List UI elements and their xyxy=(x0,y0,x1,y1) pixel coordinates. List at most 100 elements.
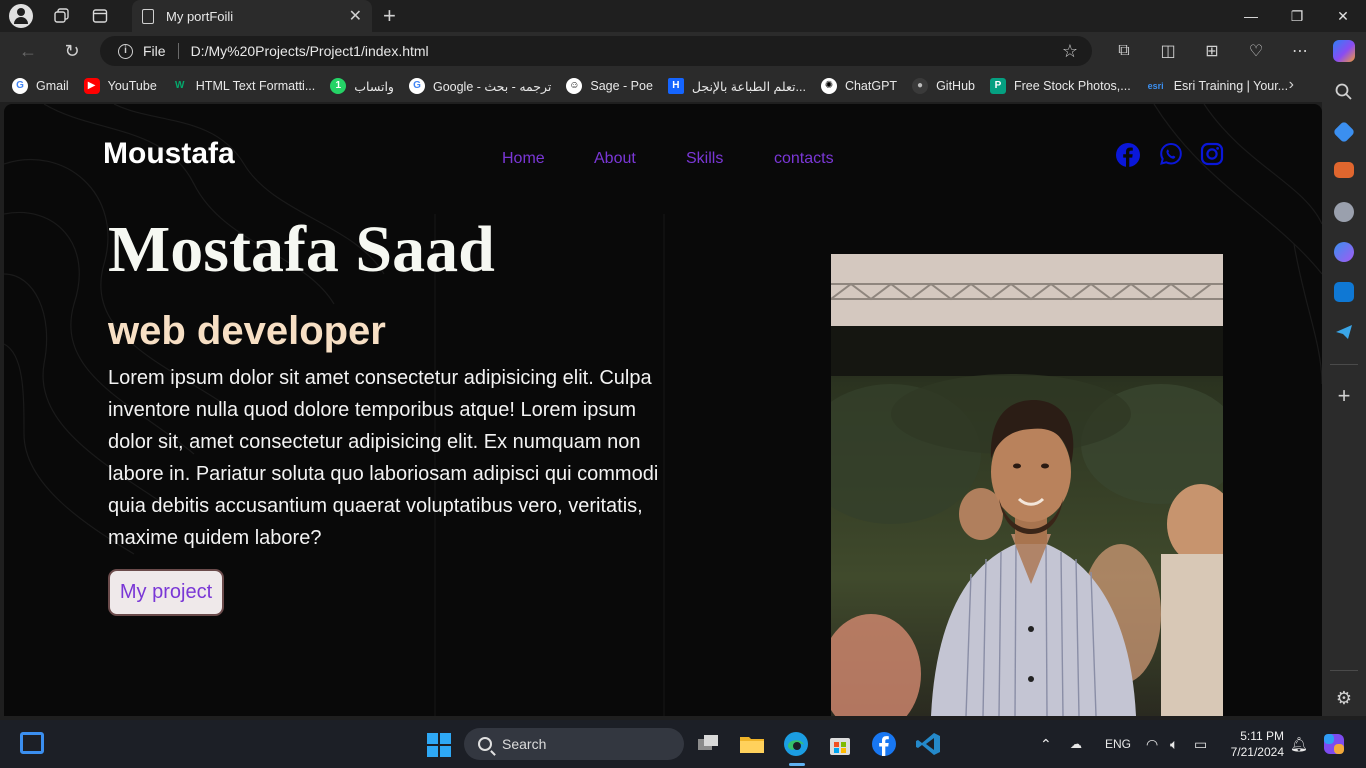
bookmark-chatgpt[interactable]: ✺ ChatGPT xyxy=(820,78,898,94)
nav-about-link[interactable]: About xyxy=(594,150,636,168)
chevron-up-icon[interactable]: ⌃ xyxy=(1040,720,1052,768)
vscode-icon[interactable] xyxy=(914,730,942,758)
bookmark-label: تعلم الطباعة بالإنجل... xyxy=(691,79,806,94)
outlook-icon[interactable] xyxy=(1334,282,1354,302)
bookmark-label: YouTube xyxy=(107,79,157,93)
nav-skills-link[interactable]: Skills xyxy=(686,150,723,168)
refresh-icon[interactable]: ↻ xyxy=(54,41,90,62)
bookmark-whatsapp[interactable]: 1 واتساب xyxy=(330,78,394,94)
clock-date: 7/21/2024 xyxy=(1230,745,1284,759)
tab-actions-icon[interactable] xyxy=(87,3,113,29)
restore-button[interactable]: ❐ xyxy=(1274,0,1320,32)
hero-role: web developer xyxy=(108,309,386,353)
edge-sidebar: + ⚙ xyxy=(1322,70,1366,716)
copilot-taskbar-icon[interactable] xyxy=(1322,732,1346,756)
page-viewport: Moustafa Home About Skills contacts Most… xyxy=(4,104,1322,716)
search-icon[interactable] xyxy=(1334,82,1354,102)
new-tab-button[interactable]: + xyxy=(383,3,396,29)
facebook-icon[interactable] xyxy=(1115,142,1140,167)
google-icon: G xyxy=(408,78,425,94)
bookmark-gmail[interactable]: G Gmail xyxy=(12,78,69,94)
extensions-icon[interactable]: ⧉ xyxy=(1102,42,1146,60)
edge-browser-icon[interactable] xyxy=(782,730,810,758)
instagram-icon[interactable] xyxy=(1200,142,1224,166)
close-tab-icon[interactable]: ✕ xyxy=(349,6,362,26)
address-bar[interactable]: i File D:/My%20Projects/Project1/index.h… xyxy=(100,36,1092,66)
shopping-tag-icon[interactable] xyxy=(1332,120,1356,144)
volume-icon[interactable]: 🔈︎ xyxy=(1170,720,1178,768)
start-tile xyxy=(440,733,451,744)
workspaces-icon[interactable] xyxy=(49,3,75,29)
bookmark-pexels[interactable]: P Free Stock Photos,... xyxy=(989,78,1131,94)
language-indicator[interactable]: ENG xyxy=(1105,720,1131,768)
chevron-right-icon[interactable]: › xyxy=(1289,76,1294,94)
settings-gear-icon[interactable]: ⚙ xyxy=(1334,688,1354,708)
bookmark-label: ChatGPT xyxy=(844,79,898,93)
bookmark-esri-training[interactable]: esri Esri Training | Your... xyxy=(1146,78,1288,94)
battery-icon[interactable]: ▭ xyxy=(1194,720,1207,768)
microsoft-store-icon[interactable] xyxy=(826,730,854,758)
tools-briefcase-icon[interactable] xyxy=(1334,162,1354,178)
chatgpt-icon: ✺ xyxy=(820,78,837,94)
more-options-icon[interactable]: ⋯ xyxy=(1278,41,1322,61)
bookmark-label: Esri Training | Your... xyxy=(1173,79,1289,93)
whatsapp-icon[interactable] xyxy=(1159,142,1183,166)
onedrive-icon[interactable]: ☁ xyxy=(1070,720,1082,768)
task-view-icon[interactable] xyxy=(695,730,723,758)
hero-description: Lorem ipsum dolor sit amet consectetur a… xyxy=(108,367,659,549)
tab-active[interactable]: My portFoili ✕ xyxy=(132,0,372,32)
bookmark-github[interactable]: ● GitHub xyxy=(912,78,975,94)
profile-photo xyxy=(831,254,1223,716)
games-icon[interactable] xyxy=(1334,202,1354,222)
google-icon: G xyxy=(12,78,28,94)
wifi-icon[interactable]: ◠ xyxy=(1146,720,1158,768)
nav-contacts-link[interactable]: contacts xyxy=(774,150,834,168)
bookmark-label: واتساب xyxy=(354,79,394,94)
close-window-button[interactable]: ✕ xyxy=(1320,0,1366,32)
youtube-icon: ▶ xyxy=(83,78,100,94)
h-icon: H xyxy=(667,78,684,94)
bookmark-google-translate[interactable]: G Google - ترجمه - بحث xyxy=(408,78,552,94)
taskbar-search-box[interactable]: Search xyxy=(464,728,684,760)
notification-bell-icon[interactable]: 🔔︎ xyxy=(1290,720,1308,768)
collections-icon[interactable]: ⊞ xyxy=(1190,41,1234,61)
browser-essentials-icon[interactable]: ♡ xyxy=(1234,41,1278,61)
pexels-icon: P xyxy=(989,78,1006,94)
telegram-icon[interactable] xyxy=(1334,322,1354,342)
whatsapp-icon: 1 xyxy=(330,78,347,94)
facebook-app-icon[interactable] xyxy=(870,730,898,758)
bookmark-sage-poe[interactable]: ☺ Sage - Poe xyxy=(566,78,653,94)
bookmark-label: HTML Text Formatti... xyxy=(195,79,316,93)
widgets-icon[interactable] xyxy=(20,732,44,754)
my-project-button[interactable]: My project xyxy=(108,569,224,616)
copilot-icon[interactable] xyxy=(1333,40,1355,62)
start-button[interactable] xyxy=(427,733,451,757)
bookmark-typing-lessons[interactable]: H تعلم الطباعة بالإنجل... xyxy=(667,78,806,94)
bookmark-youtube[interactable]: ▶ YouTube xyxy=(83,78,157,94)
url-scheme-label: File xyxy=(143,43,166,59)
favorite-star-icon[interactable]: ☆ xyxy=(1062,41,1078,62)
info-icon[interactable]: i xyxy=(118,43,133,59)
clock-time: 5:11 PM xyxy=(1240,729,1284,743)
bookmark-label: Google - ترجمه - بحث xyxy=(432,79,552,94)
browser-title-bar: My portFoili ✕ + — ❐ ✕ xyxy=(0,0,1366,32)
back-arrow-icon[interactable]: ← xyxy=(10,41,46,62)
sidebar-divider xyxy=(1330,670,1358,671)
profile-icon[interactable] xyxy=(9,4,33,28)
nav-home-link[interactable]: Home xyxy=(502,150,545,168)
bookmark-html-text-formatting[interactable]: W HTML Text Formatti... xyxy=(172,78,315,94)
bookmark-label: Sage - Poe xyxy=(590,79,653,93)
site-logo[interactable]: Moustafa xyxy=(103,137,235,171)
file-explorer-icon[interactable] xyxy=(738,730,766,758)
url-text[interactable]: D:/My%20Projects/Project1/index.html xyxy=(191,43,429,59)
copilot-sidebar-icon[interactable] xyxy=(1334,242,1354,262)
split-screen-icon[interactable]: ◫ xyxy=(1146,41,1190,61)
minimize-button[interactable]: — xyxy=(1228,0,1274,32)
system-clock[interactable]: 5:11 PM 7/21/2024 xyxy=(1228,728,1284,760)
esri-icon: esri xyxy=(1147,81,1164,91)
window-controls: — ❐ ✕ xyxy=(1228,0,1366,32)
windows-taskbar: Search ⌃ ☁ ENG ◠ 🔈︎ ▭ 5:11 PM 7/21/2024 … xyxy=(0,720,1366,768)
start-tile xyxy=(427,733,438,744)
add-icon[interactable]: + xyxy=(1334,385,1354,407)
bookmarks-bar: G Gmail ▶ YouTube W HTML Text Formatti... 1… xyxy=(0,70,1366,102)
